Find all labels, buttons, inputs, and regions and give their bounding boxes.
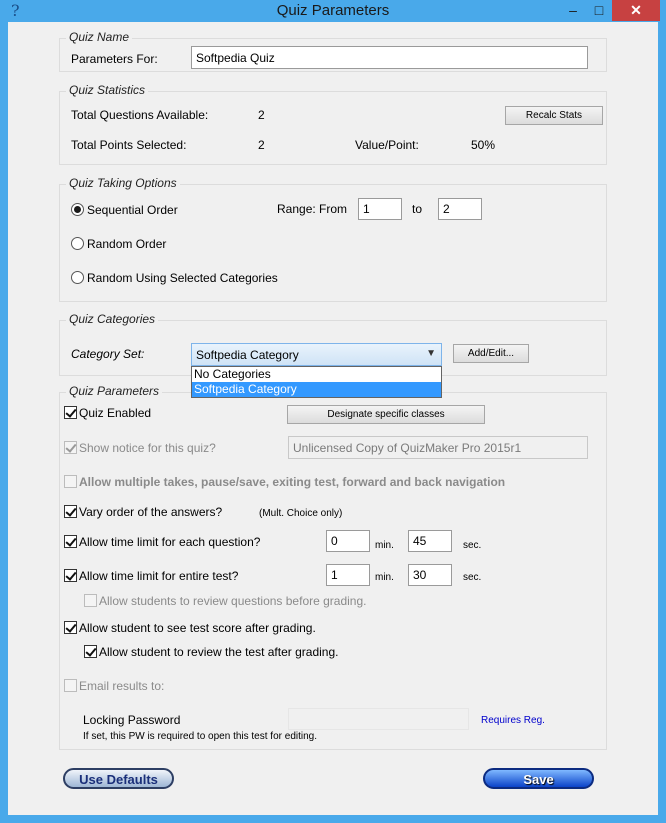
- category-set-label: Category Set:: [71, 347, 145, 361]
- email-results-checkbox: [64, 679, 77, 692]
- quiz-enabled-checkbox[interactable]: [64, 406, 77, 419]
- time-each-checkbox[interactable]: [64, 535, 77, 548]
- range-from-label: From: [319, 202, 347, 216]
- dropdown-option-softpedia-category[interactable]: Softpedia Category: [192, 382, 441, 397]
- time-entire-sec-label: sec.: [463, 572, 482, 583]
- time-entire-sec-input[interactable]: [408, 564, 452, 586]
- time-each-label[interactable]: Allow time limit for each question?: [79, 535, 260, 549]
- random-order-label[interactable]: Random Order: [87, 237, 166, 251]
- maximize-icon[interactable]: □: [586, 0, 612, 21]
- review-after-label[interactable]: Allow student to review the test after g…: [99, 645, 338, 659]
- review-before-checkbox: [84, 594, 97, 607]
- quiz-name-input[interactable]: [191, 46, 588, 69]
- group-title-quiz-taking-options: Quiz Taking Options: [66, 176, 180, 190]
- save-button[interactable]: Save: [483, 768, 594, 789]
- group-title-quiz-name: Quiz Name: [66, 30, 133, 44]
- designate-classes-button[interactable]: Designate specific classes: [287, 405, 485, 424]
- time-entire-min-label: min.: [375, 572, 394, 583]
- dropdown-option-no-categories[interactable]: No Categories: [192, 367, 441, 382]
- category-dropdown-list: No Categories Softpedia Category: [191, 366, 442, 398]
- minimize-icon[interactable]: –: [560, 0, 586, 21]
- time-each-sec-label: sec.: [463, 540, 482, 551]
- group-title-quiz-statistics: Quiz Statistics: [66, 83, 149, 97]
- locking-note: If set, this PW is required to open this…: [83, 731, 317, 742]
- random-categories-radio[interactable]: [71, 271, 84, 284]
- total-points-value: 2: [258, 138, 265, 152]
- group-title-quiz-categories: Quiz Categories: [66, 312, 159, 326]
- close-icon[interactable]: ✕: [612, 0, 660, 21]
- quiz-statistics-group: Quiz Statistics: [59, 83, 607, 165]
- review-before-label: Allow students to review questions befor…: [99, 594, 367, 608]
- random-categories-label[interactable]: Random Using Selected Categories: [87, 271, 278, 285]
- locking-password-label: Locking Password: [83, 713, 181, 727]
- total-questions-label: Total Questions Available:: [71, 108, 209, 122]
- vary-order-note: (Mult. Choice only): [259, 508, 343, 519]
- range-to-input[interactable]: [438, 198, 482, 220]
- see-score-label[interactable]: Allow student to see test score after gr…: [79, 621, 316, 635]
- see-score-checkbox[interactable]: [64, 621, 77, 634]
- time-each-sec-input[interactable]: [408, 530, 452, 552]
- add-edit-button[interactable]: Add/Edit...: [453, 344, 529, 363]
- allow-multiple-checkbox: [64, 475, 77, 488]
- time-each-min-input[interactable]: [326, 530, 370, 552]
- show-notice-label: Show notice for this quiz?: [79, 441, 216, 455]
- range-to-label: to: [412, 202, 423, 216]
- use-defaults-button[interactable]: Use Defaults: [63, 768, 174, 789]
- vary-order-label[interactable]: Vary order of the answers?: [79, 505, 222, 519]
- time-entire-min-input[interactable]: [326, 564, 370, 586]
- time-entire-checkbox[interactable]: [64, 569, 77, 582]
- value-point-label: Value/Point:: [355, 138, 419, 152]
- random-order-radio[interactable]: [71, 237, 84, 250]
- review-after-checkbox[interactable]: [84, 645, 97, 658]
- time-each-min-label: min.: [375, 540, 394, 551]
- allow-multiple-label: Allow multiple takes, pause/save, exitin…: [79, 475, 506, 489]
- range-from-input[interactable]: [358, 198, 402, 220]
- notice-input: [288, 436, 588, 459]
- dialog-body: Quiz Name Parameters For: Quiz Statistic…: [8, 22, 658, 815]
- locking-password-input[interactable]: [288, 708, 469, 730]
- recalc-stats-button[interactable]: Recalc Stats: [505, 106, 603, 125]
- total-points-label: Total Points Selected:: [71, 138, 187, 152]
- total-questions-value: 2: [258, 108, 265, 122]
- category-set-select[interactable]: Softpedia Category ▼: [191, 343, 442, 366]
- show-notice-checkbox: [64, 441, 77, 454]
- value-point-value: 50%: [471, 138, 496, 152]
- title-bar: ? Quiz Parameters – □ ✕: [0, 0, 666, 22]
- quiz-enabled-label[interactable]: Quiz Enabled: [79, 406, 151, 420]
- range-label: Range:: [277, 202, 316, 216]
- category-set-selected: Softpedia Category: [196, 348, 299, 362]
- parameters-for-label: Parameters For:: [71, 52, 158, 66]
- email-results-label: Email results to:: [79, 679, 165, 693]
- time-entire-label[interactable]: Allow time limit for entire test?: [79, 569, 238, 583]
- group-title-quiz-parameters: Quiz Parameters: [66, 384, 163, 398]
- chevron-down-icon[interactable]: ▼: [426, 348, 436, 359]
- sequential-order-radio[interactable]: [71, 203, 84, 216]
- requires-reg-link[interactable]: Requires Reg.: [481, 715, 545, 726]
- sequential-order-label[interactable]: Sequential Order: [87, 203, 178, 217]
- vary-order-checkbox[interactable]: [64, 505, 77, 518]
